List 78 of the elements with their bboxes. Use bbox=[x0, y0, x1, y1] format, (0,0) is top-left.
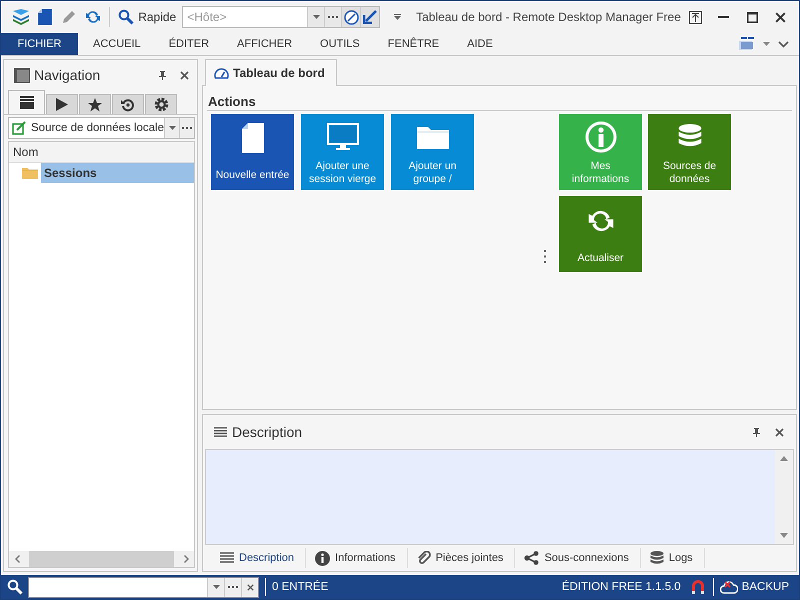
monitor-icon bbox=[326, 123, 358, 151]
cloud-icon bbox=[720, 580, 738, 594]
chevron-icon[interactable] bbox=[778, 40, 789, 48]
info-icon bbox=[584, 121, 616, 153]
data-source-dropdown[interactable]: Source de données locale bbox=[8, 117, 195, 139]
menu-tab[interactable]: FENÊTRE bbox=[372, 33, 452, 55]
document-icon bbox=[242, 123, 264, 153]
quick-label: Rapide bbox=[138, 10, 176, 24]
panel-title: Description bbox=[232, 424, 304, 440]
database-icon bbox=[650, 550, 664, 566]
scroll-left-icon[interactable] bbox=[14, 555, 20, 563]
search-icon[interactable] bbox=[118, 9, 134, 25]
edition-label: ÉDITION FREE 1.1.5.0 bbox=[562, 581, 681, 593]
refresh-icon[interactable] bbox=[85, 9, 102, 25]
action-tile[interactable]: Ajouter une session vierge bbox=[301, 114, 384, 190]
gauge-icon bbox=[214, 66, 229, 80]
menu-tab[interactable]: FICHIER bbox=[1, 33, 78, 55]
action-tile[interactable]: Actualiser bbox=[559, 196, 642, 272]
pencil-icon[interactable] bbox=[61, 9, 78, 25]
customize-icon[interactable] bbox=[394, 14, 401, 20]
menu-tab[interactable]: ACCUEIL bbox=[78, 33, 154, 55]
action-tile[interactable]: Sources de données bbox=[648, 114, 731, 190]
column-header[interactable]: Nom bbox=[9, 142, 194, 163]
scroll-thumb[interactable] bbox=[29, 551, 174, 567]
magnet-icon[interactable] bbox=[690, 580, 705, 594]
menu-tab[interactable]: ÉDITER bbox=[154, 33, 222, 55]
panel-tab[interactable]: Sous-connexions bbox=[515, 548, 641, 568]
star-icon[interactable] bbox=[88, 98, 102, 112]
document-tab[interactable]: Tableau de bord bbox=[205, 59, 337, 86]
play-icon[interactable] bbox=[56, 98, 68, 111]
menu-tab[interactable]: OUTILS bbox=[305, 33, 373, 55]
stack-icon[interactable] bbox=[20, 96, 34, 109]
section-title: Actions bbox=[207, 94, 792, 111]
pin-window-icon[interactable] bbox=[688, 10, 702, 24]
pin-icon[interactable] bbox=[159, 70, 166, 80]
panel-tab[interactable]: Logs bbox=[640, 548, 705, 568]
maximize-icon[interactable] bbox=[746, 12, 758, 22]
window-title: Tableau de bord - Remote Desktop Manager Free bbox=[416, 10, 681, 24]
panel-title: Navigation bbox=[34, 67, 102, 83]
caret-icon[interactable] bbox=[763, 42, 770, 46]
search-combo-box[interactable] bbox=[28, 576, 259, 598]
connect-icon[interactable] bbox=[344, 10, 359, 24]
action-tile[interactable]: Ajouter un groupe / bbox=[391, 114, 474, 190]
arrow-icon[interactable] bbox=[363, 10, 378, 24]
close-icon[interactable] bbox=[180, 70, 189, 80]
tree-item[interactable]: Sessions bbox=[41, 163, 194, 183]
minimize-icon[interactable] bbox=[718, 16, 730, 18]
close-icon[interactable] bbox=[246, 584, 254, 590]
host-combo-box[interactable]: <Hôte> bbox=[182, 6, 380, 28]
search-icon[interactable] bbox=[7, 579, 23, 595]
folder-icon bbox=[416, 124, 448, 150]
lines-icon bbox=[214, 426, 227, 438]
action-tile[interactable]: Nouvelle entrée bbox=[211, 114, 294, 190]
scroll-right-icon[interactable] bbox=[184, 555, 188, 563]
document-icon[interactable] bbox=[38, 8, 52, 26]
info-icon bbox=[315, 550, 330, 566]
paperclip-icon bbox=[416, 550, 431, 566]
lines-icon bbox=[220, 552, 234, 564]
panel-tab[interactable]: Informations bbox=[306, 548, 408, 568]
history-icon[interactable] bbox=[121, 98, 135, 112]
entry-count: 0 ENTRÉE bbox=[272, 581, 328, 593]
close-icon[interactable] bbox=[775, 12, 786, 22]
folder-icon bbox=[22, 166, 38, 180]
edit-icon bbox=[12, 121, 26, 135]
menu-tab[interactable]: AIDE bbox=[452, 33, 506, 55]
panel-icon bbox=[14, 68, 30, 82]
settings-icon[interactable] bbox=[154, 97, 168, 112]
backup-button[interactable]: BACKUP bbox=[720, 580, 799, 594]
close-icon[interactable] bbox=[775, 428, 784, 436]
menu-tab[interactable]: AFFICHER bbox=[222, 33, 306, 55]
share-icon bbox=[524, 551, 540, 565]
pin-icon[interactable] bbox=[753, 428, 760, 436]
panel-tab[interactable]: Pièces jointes bbox=[408, 548, 516, 568]
caret-icon[interactable] bbox=[168, 126, 176, 130]
layout-icon[interactable] bbox=[739, 37, 755, 51]
caret-icon[interactable] bbox=[212, 585, 220, 589]
caret-icon[interactable] bbox=[312, 15, 320, 19]
panel-tab[interactable]: Description bbox=[211, 548, 306, 568]
